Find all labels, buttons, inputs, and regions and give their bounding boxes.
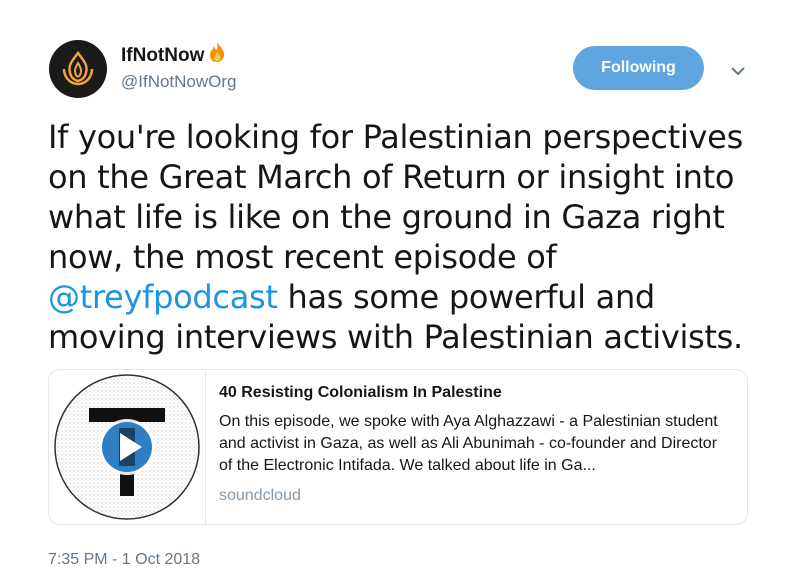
chevron-down-icon[interactable] (730, 64, 746, 82)
tweet-text-part: If you're looking for Palestinian perspe… (48, 118, 743, 276)
user-handle[interactable]: @IfNotNowOrg (121, 72, 237, 92)
card-title[interactable]: 40 Resisting Colonialism In Palestine (219, 383, 734, 403)
flame-logo-icon (62, 50, 94, 86)
tweet-text: If you're looking for Palestinian perspe… (48, 117, 768, 357)
link-card[interactable]: 40 Resisting Colonialism In Palestine On… (48, 369, 748, 525)
tweet-timestamp[interactable]: 7:35 PM - 1 Oct 2018 (48, 551, 200, 569)
fire-emoji-icon (206, 41, 228, 68)
display-name[interactable]: IfNotNow (121, 45, 204, 67)
avatar[interactable] (49, 40, 107, 98)
card-body: 40 Resisting Colonialism In Palestine On… (219, 383, 734, 505)
user-info: IfNotNow @IfNotNowOrg (121, 41, 237, 92)
card-description: On this episode, we spoke with Aya Algha… (219, 413, 718, 474)
podcast-play-icon (54, 374, 200, 520)
card-thumbnail[interactable] (49, 370, 206, 524)
mention-link[interactable]: @treyfpodcast (48, 278, 278, 316)
following-button[interactable]: Following (573, 46, 704, 90)
card-domain: soundcloud (219, 487, 301, 504)
